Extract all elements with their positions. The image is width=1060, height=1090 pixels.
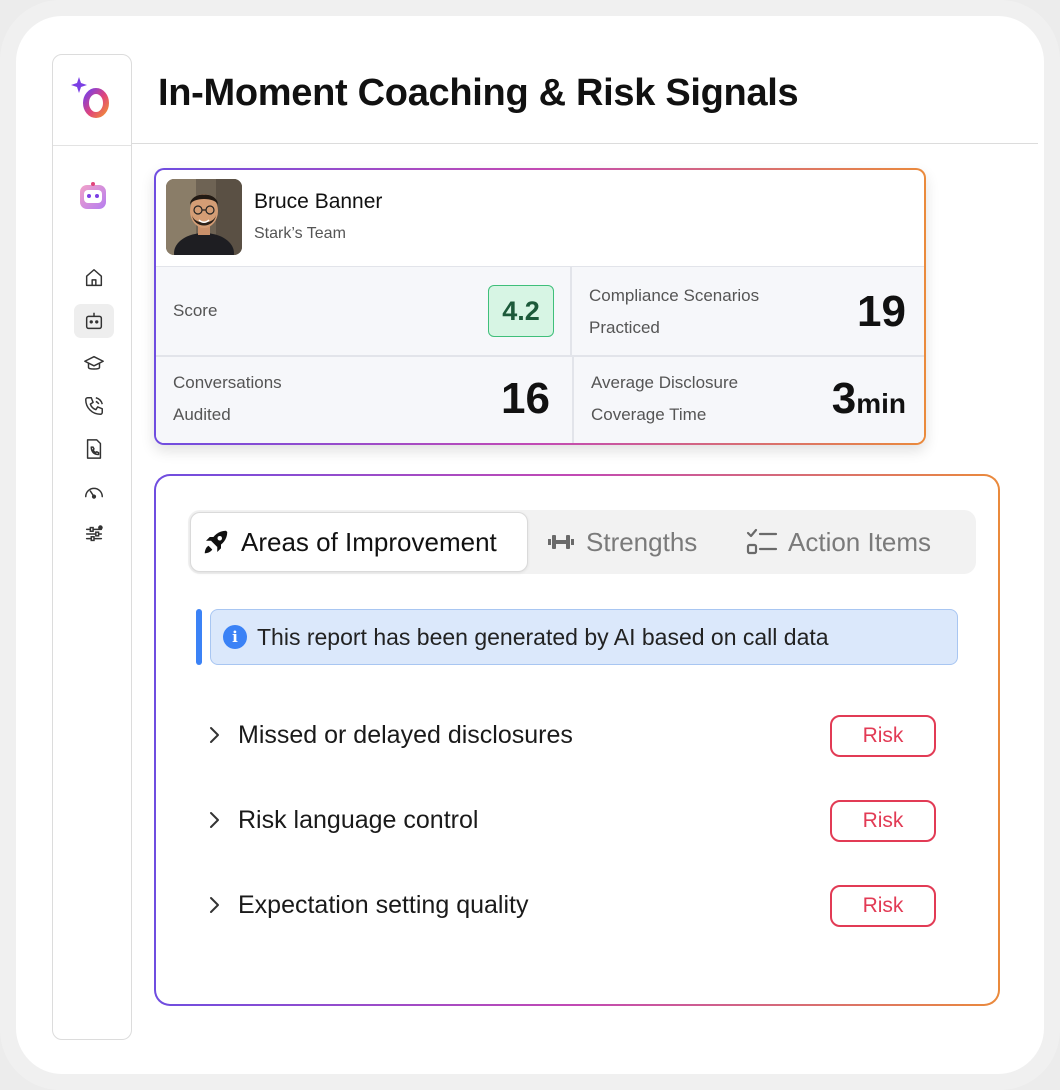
tab-bar: Areas of Improvement Strengths Action It… <box>188 510 976 574</box>
dumbbell-icon <box>548 535 574 549</box>
graduation-cap-icon <box>84 355 104 370</box>
bot-icon <box>85 312 103 330</box>
stat-coverage-label-1: Average Disclosure <box>591 373 739 392</box>
chevron-right-icon[interactable] <box>204 808 224 832</box>
stat-conversations: Conversations Audited 16 <box>156 357 572 443</box>
tab-areas-of-improvement[interactable]: Areas of Improvement <box>190 512 528 572</box>
improvement-row[interactable]: Missed or delayed disclosures Risk <box>204 715 940 757</box>
sidebar-divider <box>53 145 131 146</box>
profile-card-border: Bruce Banner Stark’s Team Score 4.2 Comp… <box>154 168 926 445</box>
stat-compliance-value: 19 <box>857 287 906 336</box>
tab-label: Action Items <box>788 526 932 557</box>
avatar <box>166 179 242 255</box>
stat-coverage-label-2: Coverage Time <box>591 405 707 424</box>
stat-coverage-value: 3min <box>832 374 906 424</box>
insights-card: Areas of Improvement Strengths Action It… <box>156 476 998 1004</box>
checklist-icon <box>746 528 778 555</box>
stat-compliance-label-2: Practiced <box>589 318 660 337</box>
nav-call-logs[interactable] <box>74 432 114 466</box>
nav-home[interactable] <box>74 261 114 295</box>
stat-conversations-label-2: Audited <box>173 405 231 424</box>
insights-card-border: Areas of Improvement Strengths Action It… <box>154 474 1000 1006</box>
nav-training[interactable] <box>74 347 114 381</box>
info-icon: i <box>223 625 247 649</box>
chevron-right-icon[interactable] <box>204 893 224 917</box>
stat-conversations-label-1: Conversations <box>173 373 282 392</box>
improvement-title: Expectation setting quality <box>238 891 529 919</box>
sliders-icon <box>85 525 103 542</box>
profile-team: Stark’s Team <box>254 225 346 242</box>
home-icon <box>85 269 103 287</box>
nav-calls[interactable] <box>74 389 114 423</box>
profile-card: Bruce Banner Stark’s Team Score 4.2 Comp… <box>156 170 924 443</box>
rocket-icon <box>204 530 228 554</box>
risk-badge: Risk <box>830 715 936 757</box>
stat-coverage: Average Disclosure Coverage Time 3min <box>574 357 924 443</box>
chevron-right-icon[interactable] <box>204 723 224 747</box>
improvement-title: Missed or delayed disclosures <box>238 721 573 749</box>
info-accent-bar <box>196 609 202 665</box>
avatar-photo <box>166 179 242 255</box>
risk-badge: Risk <box>830 885 936 927</box>
risk-badge: Risk <box>830 800 936 842</box>
ai-bot-icon[interactable] <box>77 181 109 213</box>
sidebar <box>52 54 132 1040</box>
score-badge: 4.2 <box>488 285 554 337</box>
stat-conversations-value: 16 <box>501 374 550 423</box>
improvement-title: Risk language control <box>238 806 479 834</box>
stats-grid: Score 4.2 Compliance Scenarios Practiced… <box>156 266 924 443</box>
tab-action-items[interactable]: Action Items <box>746 512 931 572</box>
tab-label: Areas of Improvement <box>241 526 497 557</box>
tab-label: Strengths <box>586 526 698 557</box>
app-logo-icon[interactable] <box>69 73 115 121</box>
ai-info-banner: i This report has been generated by AI b… <box>196 609 958 665</box>
nav-settings[interactable] <box>74 517 114 551</box>
improvement-row[interactable]: Expectation setting quality Risk <box>204 885 940 927</box>
phone-file-icon <box>86 439 102 459</box>
info-text: This report has been generated by AI bas… <box>257 623 829 650</box>
page-title: In-Moment Coaching & Risk Signals <box>158 72 799 114</box>
stat-coverage-unit: min <box>856 388 906 419</box>
stat-score: Score 4.2 <box>156 267 570 355</box>
nav-performance[interactable] <box>74 475 114 509</box>
tab-strengths[interactable]: Strengths <box>546 512 697 572</box>
stat-compliance: Compliance Scenarios Practiced 19 <box>572 267 924 355</box>
profile-name: Bruce Banner <box>254 190 383 213</box>
gauge-icon <box>85 487 103 499</box>
nav-bot[interactable] <box>74 304 114 338</box>
phone-call-icon <box>85 397 103 415</box>
info-box: i This report has been generated by AI b… <box>210 609 958 665</box>
stat-score-label: Score <box>173 301 218 320</box>
stat-compliance-label-1: Compliance Scenarios <box>589 286 760 305</box>
stat-coverage-number: 3 <box>831 374 857 423</box>
title-divider <box>132 143 1038 144</box>
improvement-row[interactable]: Risk language control Risk <box>204 800 940 842</box>
